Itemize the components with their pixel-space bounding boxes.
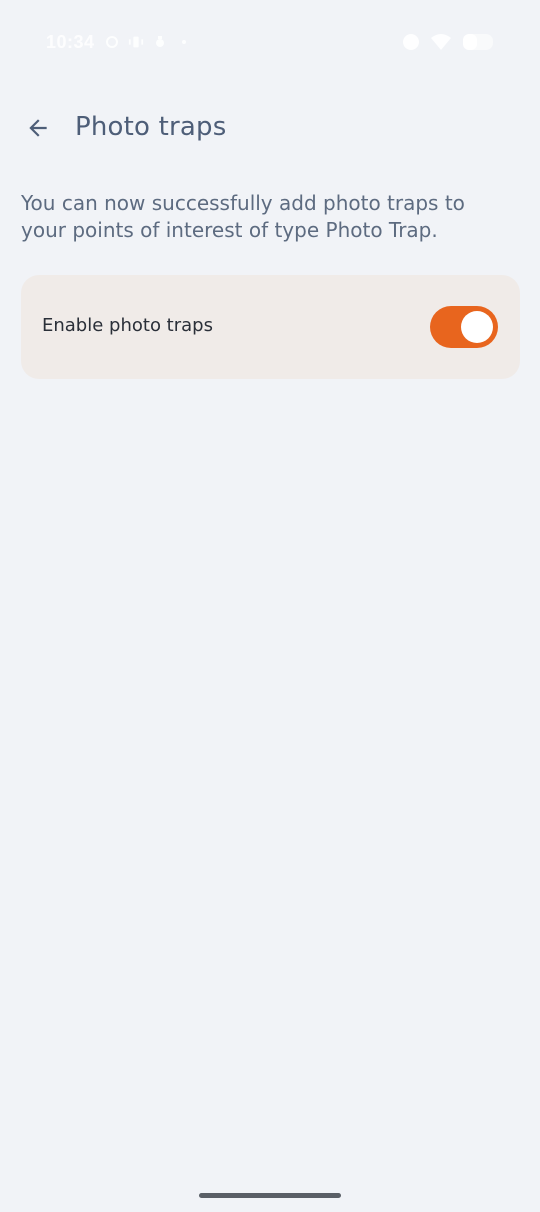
status-right-icons (402, 33, 494, 56)
photo-traps-screen: 10:34 Photo traps You can now successful… (0, 0, 540, 1212)
toggle-knob (461, 311, 493, 343)
sync-icon (104, 34, 120, 50)
setting-label: Enable photo traps (42, 315, 213, 336)
status-left-icons (104, 34, 192, 50)
back-button[interactable] (18, 108, 58, 148)
vibrate-icon (128, 34, 144, 50)
gesture-nav-handle[interactable] (199, 1193, 341, 1198)
cast-icon (152, 34, 168, 50)
page-title: Photo traps (75, 112, 227, 142)
arrow-back-icon (29, 119, 47, 137)
wifi-icon (430, 33, 452, 56)
description-text: You can now successfully add photo traps… (21, 191, 465, 242)
dot-icon (176, 34, 192, 50)
battery-icon (462, 33, 494, 56)
enable-photo-traps-setting[interactable]: Enable photo traps (21, 275, 520, 379)
top-app-bar: Photo traps (0, 100, 540, 158)
enable-photo-traps-toggle[interactable] (430, 306, 498, 348)
alarm-icon (402, 33, 420, 56)
status-time: 10:34 (46, 32, 95, 52)
status-bar: 10:34 (0, 0, 540, 88)
